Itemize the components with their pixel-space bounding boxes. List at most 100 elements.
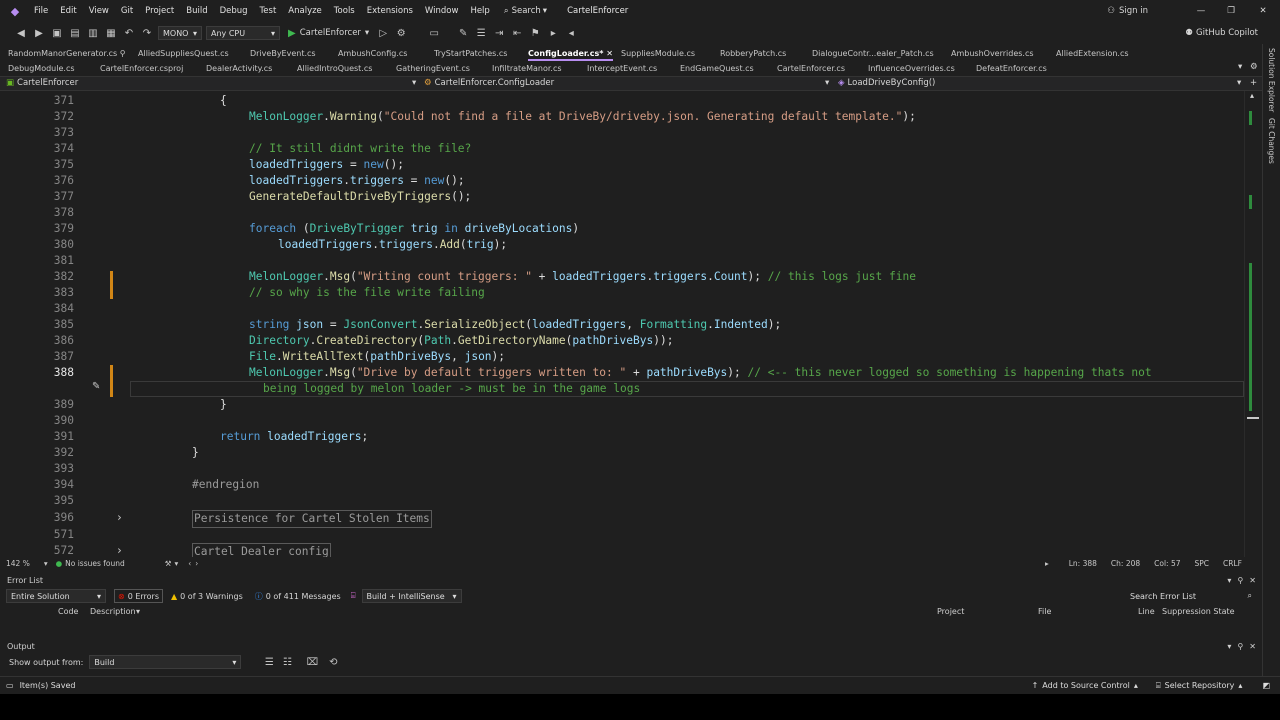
project-dropdown[interactable]: ▣ CartelEnforcer	[6, 78, 78, 88]
bookmark-prev-icon[interactable]: ◂	[565, 27, 577, 39]
find-message-icon[interactable]: ☰	[263, 656, 275, 668]
notifications-icon[interactable]: ◩	[1262, 681, 1270, 690]
vertical-scrollbar[interactable]: ▴	[1244, 91, 1262, 557]
code-line[interactable]: 388 MelonLogger.Msg("Drive by default tri…	[0, 365, 1244, 381]
git-changes-tab[interactable]: Git Changes	[1267, 118, 1276, 164]
chevron-down-icon[interactable]: ▾	[44, 559, 48, 568]
pin-icon[interactable]: ⚲	[1237, 576, 1243, 585]
build-filter-select[interactable]: Build + IntelliSense ▾	[361, 589, 462, 603]
pin-icon[interactable]: ⚲	[1237, 642, 1243, 651]
menu-tools[interactable]: Tools	[328, 6, 361, 16]
code-editor[interactable]: 371 { 372 MelonLogger.Warning("Could not f…	[0, 91, 1262, 557]
chevron-down-icon[interactable]: ▾	[825, 78, 829, 88]
tab-randommanorgenerator[interactable]: RandomManorGenerator.cs ⚲	[8, 46, 126, 61]
outdent-icon[interactable]: ⇤	[511, 27, 523, 39]
tab-ambushoverrides[interactable]: AmbushOverrides.cs	[951, 46, 1034, 61]
tab-alliedsuppliesquest[interactable]: AlliedSuppliesQuest.cs	[138, 46, 229, 61]
sort-icon[interactable]: ▾	[136, 607, 140, 616]
code-line[interactable]: 389}	[0, 397, 1244, 413]
code-line-wrapped[interactable]: being logged by melon loader -> must be …	[0, 381, 1244, 397]
menu-git[interactable]: Git	[115, 6, 139, 16]
tab-trystartpatches[interactable]: TryStartPatches.cs	[434, 46, 507, 61]
solution-explorer-tab[interactable]: Solution Explorer	[1267, 48, 1276, 112]
column-code[interactable]: Code	[58, 607, 78, 616]
tab-influenceoverrides[interactable]: InfluenceOverrides.cs	[868, 61, 955, 76]
menu-extensions[interactable]: Extensions	[361, 6, 419, 16]
tab-overflow-chevron-icon[interactable]: ▾	[1238, 62, 1242, 72]
tab-cartelenforcer-csproj[interactable]: CartelEnforcer.csproj	[100, 61, 183, 76]
code-line[interactable]: 394 #endregion	[0, 477, 1244, 493]
edit-pencil-icon[interactable]: ✎	[92, 381, 100, 392]
tab-dialoguecontroller[interactable]: DialogueContr...ealer_Patch.cs	[812, 46, 934, 61]
code-line[interactable]: 571	[0, 527, 1244, 543]
code-line[interactable]: 391 return loadedTriggers;	[0, 429, 1244, 445]
code-line[interactable]: 396 › Persistence for Cartel Stolen Items	[0, 510, 1244, 528]
indent-icon[interactable]: ⇥	[493, 27, 505, 39]
errors-filter[interactable]: ⊗ 0 Errors	[114, 589, 164, 603]
code-line[interactable]: 375 loadedTriggers = new();	[0, 157, 1244, 173]
code-line[interactable]: 378	[0, 205, 1244, 221]
chevron-down-icon[interactable]: ▾	[412, 78, 416, 88]
prev-message-icon[interactable]: ☷	[281, 656, 293, 668]
code-line[interactable]: 376 loadedTriggers.triggers = new();	[0, 173, 1244, 189]
code-line[interactable]: 390	[0, 413, 1244, 429]
start-without-debug-icon[interactable]: ▷	[377, 27, 389, 39]
scroll-left-icon[interactable]: ▸	[1045, 559, 1049, 568]
tab-suppliesmodule[interactable]: SuppliesModule.cs	[621, 46, 695, 61]
filter-icon[interactable]: ⌸	[351, 591, 356, 601]
open-icon[interactable]: ▤	[69, 27, 81, 39]
whitespace-indicator[interactable]: SPC	[1195, 559, 1210, 568]
layout-icon[interactable]: ▭	[428, 27, 440, 39]
new-item-icon[interactable]: ▣	[51, 27, 63, 39]
tab-drivebyevent[interactable]: DriveByEvent.cs	[250, 46, 316, 61]
column-description[interactable]: Description	[90, 607, 136, 616]
copilot-button[interactable]: ⚉ GitHub Copilot	[1185, 28, 1258, 38]
next-issue-icon[interactable]: ›	[195, 559, 198, 568]
output-source-select[interactable]: Build ▾	[89, 655, 242, 669]
code-line[interactable]: 386 Directory.CreateDirectory(Path.GetDir…	[0, 333, 1244, 349]
tab-robberypatch[interactable]: RobberyPatch.cs	[720, 46, 786, 61]
column-line[interactable]: Line	[1138, 607, 1155, 616]
error-search-input[interactable]: Search Error List ⌕	[1126, 589, 1256, 603]
minimize-button[interactable]: —	[1186, 6, 1216, 16]
forward-icon[interactable]: ▶	[33, 27, 45, 39]
menu-build[interactable]: Build	[180, 6, 213, 16]
tab-defeatenforcer[interactable]: DefeatEnforcer.cs	[976, 61, 1047, 76]
start-button[interactable]: ▶ CartelEnforcer ▾	[288, 28, 369, 39]
col-indicator[interactable]: Col: 57	[1154, 559, 1180, 568]
close-icon[interactable]: ✕	[1249, 642, 1256, 651]
redo-icon[interactable]: ↷	[141, 27, 153, 39]
menu-help[interactable]: Help	[464, 6, 495, 16]
add-source-control-button[interactable]: ↑ Add to Source Control ▴	[1032, 681, 1138, 690]
search-button[interactable]: ⌕ Search ▾	[504, 6, 547, 16]
tab-debugmodule[interactable]: DebugModule.cs	[8, 61, 75, 76]
chevron-up-icon[interactable]: ▴	[1250, 91, 1254, 100]
configuration-select[interactable]: MONO ▾	[158, 26, 202, 40]
tab-infiltratemanor[interactable]: InfiltrateManor.cs	[492, 61, 562, 76]
line-indicator[interactable]: Ln: 388	[1069, 559, 1097, 568]
code-line[interactable]: 380 loadedTriggers.triggers.Add(trig);	[0, 237, 1244, 253]
clear-all-icon[interactable]: ⌧	[306, 656, 319, 668]
messages-filter[interactable]: ⓘ 0 of 411 Messages	[255, 591, 341, 602]
menu-view[interactable]: View	[83, 6, 115, 16]
menu-debug[interactable]: Debug	[214, 6, 254, 16]
tab-dealeractivity[interactable]: DealerActivity.cs	[206, 61, 272, 76]
code-line[interactable]: 381	[0, 253, 1244, 269]
bookmark-icon[interactable]: ⚑	[529, 27, 541, 39]
back-icon[interactable]: ◀	[15, 27, 27, 39]
menu-edit[interactable]: Edit	[54, 6, 82, 16]
column-file[interactable]: File	[1038, 607, 1051, 616]
chevron-down-icon[interactable]: ▾	[175, 559, 179, 568]
zoom-level[interactable]: 142 %	[6, 559, 30, 568]
menu-file[interactable]: File	[28, 6, 54, 16]
warnings-filter[interactable]: ▲ 0 of 3 Warnings	[171, 592, 243, 601]
line-ending-indicator[interactable]: CRLF	[1223, 559, 1242, 568]
tab-alliedextension[interactable]: AlliedExtension.cs	[1056, 46, 1129, 61]
code-line[interactable]: 374 // It still didnt write the file?	[0, 141, 1244, 157]
close-icon[interactable]: ✕	[606, 49, 613, 58]
class-dropdown[interactable]: ⚙ CartelEnforcer.ConfigLoader	[424, 78, 554, 88]
save-icon[interactable]: ▥	[87, 27, 99, 39]
tab-alliedintroquest[interactable]: AlliedIntroQuest.cs	[297, 61, 372, 76]
save-all-icon[interactable]: ▦	[105, 27, 117, 39]
menu-project[interactable]: Project	[139, 6, 180, 16]
